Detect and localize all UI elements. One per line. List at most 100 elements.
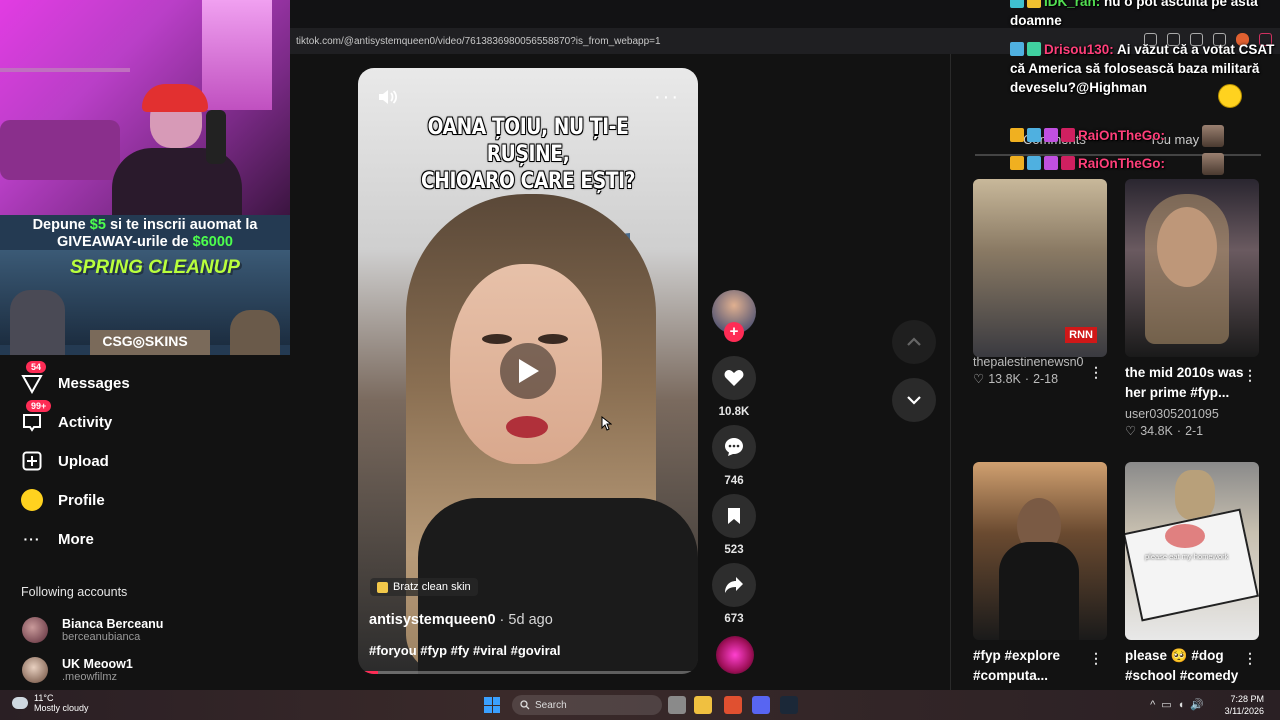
chat-emote <box>1202 153 1224 175</box>
video-person-eye <box>482 334 512 344</box>
more-options-icon[interactable]: ··· <box>654 86 680 109</box>
video-thumbnail[interactable]: RNN <box>973 179 1107 357</box>
crown-icon <box>1010 156 1024 170</box>
chat-message: RaiOnTheGo: <box>1010 154 1280 173</box>
streamer-hat <box>142 84 208 112</box>
promo-banner: Depune $5 si te inscrii auomat la GIVEAW… <box>0 215 290 355</box>
activity-badge: 99+ <box>26 400 52 412</box>
thumbnail-hair <box>1145 194 1229 344</box>
gift-icon <box>1044 128 1058 142</box>
separator: · <box>1176 423 1182 438</box>
save-button[interactable] <box>712 494 756 538</box>
video-thumbnail[interactable] <box>1125 179 1259 357</box>
bookmark-icon <box>728 508 740 524</box>
play-button[interactable] <box>500 343 556 399</box>
gift-icon <box>1027 42 1041 56</box>
following-account[interactable]: Bianca Berceanu berceanubianca <box>22 617 163 643</box>
video-thumbnail[interactable] <box>973 462 1107 640</box>
video-hashtags[interactable]: #foryou #fyp #fy #viral #goviral <box>369 643 560 658</box>
video-caption-line2: CHIOARO CARE EȘTI? <box>420 169 636 194</box>
video-card[interactable]: #fyp #explore #computa... ⋮ <box>973 462 1107 686</box>
sidebar-item-label: Upload <box>58 452 109 470</box>
weather-temp: 11°C <box>34 693 54 703</box>
system-tray[interactable]: ^▭◖🔊 <box>1150 698 1210 711</box>
sidebar-item-activity[interactable]: 99+ Activity <box>20 400 113 434</box>
card-title: #fyp #explore #computa... <box>973 648 1061 683</box>
sidebar-item-messages[interactable]: 54 Messages <box>20 361 130 395</box>
paper-plane-icon: 54 <box>20 361 47 395</box>
follow-plus-icon[interactable]: + <box>724 322 744 342</box>
post-time: · 5d ago <box>495 612 553 628</box>
weather-widget[interactable]: 11°C Mostly cloudy <box>12 693 89 713</box>
sidebar-item-profile[interactable]: Profile <box>20 488 105 512</box>
share-arrow-icon <box>725 577 743 593</box>
thumbnail-meat <box>1165 524 1205 548</box>
card-menu-icon[interactable]: ⋮ <box>1089 364 1103 381</box>
video-player[interactable]: OANA ȚOIU, NU ȚI-E RUȘINE, CHIOARO CARE … <box>358 68 698 674</box>
video-card[interactable]: RNN thepalestinenewsn0 ♡ 13.8K · 2-18 ⋮ <box>973 179 1107 386</box>
webcam-overlay <box>0 0 290 215</box>
card-title: please 🥺 #dog #school #comedy <box>1125 648 1239 683</box>
card-author[interactable]: thepalestinenewsn0 <box>973 355 1107 369</box>
screen: tiktok.com/@antisystemqueen0/video/76138… <box>0 0 1280 720</box>
share-button[interactable] <box>712 563 756 607</box>
dots-icon: ··· <box>23 531 41 547</box>
badge-icon <box>1010 0 1024 8</box>
clock[interactable]: 7:28 PM 3/11/2026 <box>1225 693 1264 717</box>
steam-icon[interactable] <box>780 696 798 714</box>
volume-icon[interactable] <box>376 86 398 108</box>
video-thumbnail[interactable]: please eat my homework <box>1125 462 1259 640</box>
following-title: Following accounts <box>21 585 128 599</box>
taskbar-search[interactable]: Search <box>512 695 662 715</box>
comment-icon <box>725 438 743 456</box>
card-menu-icon[interactable]: ⋮ <box>1243 650 1257 667</box>
task-view-icon[interactable] <box>668 696 686 714</box>
video-card[interactable]: the mid 2010s was her prime #fyp... user… <box>1125 179 1259 438</box>
discord-icon[interactable] <box>752 696 770 714</box>
profile-avatar-icon[interactable] <box>1218 84 1242 108</box>
comment-button[interactable] <box>712 425 756 469</box>
sidebar-item-label: Messages <box>58 374 130 392</box>
chevron-up-icon <box>907 337 921 346</box>
badge-icon <box>1027 156 1041 170</box>
card-stats: ♡ 13.8K · 2-18 <box>973 371 1107 387</box>
card-author[interactable]: user0305201095 <box>1125 407 1259 421</box>
brave-icon[interactable] <box>724 696 742 714</box>
music-disc[interactable] <box>716 636 754 674</box>
sidebar-item-label: Profile <box>58 491 105 509</box>
like-button[interactable] <box>712 356 756 400</box>
sub-badge-icon <box>1061 156 1075 170</box>
clock-time: 7:28 PM <box>1230 694 1264 704</box>
windows-start-icon[interactable] <box>484 697 500 713</box>
heart-icon <box>724 370 744 386</box>
chat-emote <box>1202 125 1224 147</box>
chat-user: RaiOnTheGo: <box>1078 156 1165 171</box>
previous-video-button[interactable] <box>892 320 936 364</box>
search-label: Search <box>535 699 567 711</box>
crown-icon <box>1027 0 1041 8</box>
url-text[interactable]: tiktok.com/@antisystemqueen0/video/76138… <box>296 36 661 47</box>
video-card[interactable]: please eat my homework please 🥺 #dog #sc… <box>1125 462 1259 686</box>
video-progress-bar[interactable] <box>358 671 698 674</box>
sidebar-item-label: Activity <box>58 413 113 431</box>
author-name[interactable]: antisystemqueen0 <box>369 612 496 628</box>
like-count: 10.8K <box>718 406 750 418</box>
card-menu-icon[interactable]: ⋮ <box>1089 650 1103 667</box>
heart-outline-icon: ♡ <box>1125 424 1137 438</box>
file-explorer-icon[interactable] <box>694 696 712 714</box>
sidebar-item-more[interactable]: ··· More <box>20 527 94 551</box>
effect-tag[interactable]: Bratz clean skin <box>370 578 478 596</box>
chevron-down-icon <box>907 396 921 405</box>
promo-line1-prefix: Depune <box>32 217 90 233</box>
next-video-button[interactable] <box>892 378 936 422</box>
sub-badge-icon <box>1061 128 1075 142</box>
sidebar-item-upload[interactable]: Upload <box>20 449 109 473</box>
account-name: UK Meoow1 <box>62 657 133 671</box>
video-person-eye <box>538 334 568 344</box>
effect-icon <box>377 581 388 593</box>
avatar <box>22 617 48 643</box>
card-date: 2-18 <box>1033 371 1059 386</box>
avatar-icon <box>20 488 44 512</box>
following-account[interactable]: UK Meoow1 .meowfilmz <box>22 657 133 683</box>
card-menu-icon[interactable]: ⋮ <box>1243 367 1257 384</box>
